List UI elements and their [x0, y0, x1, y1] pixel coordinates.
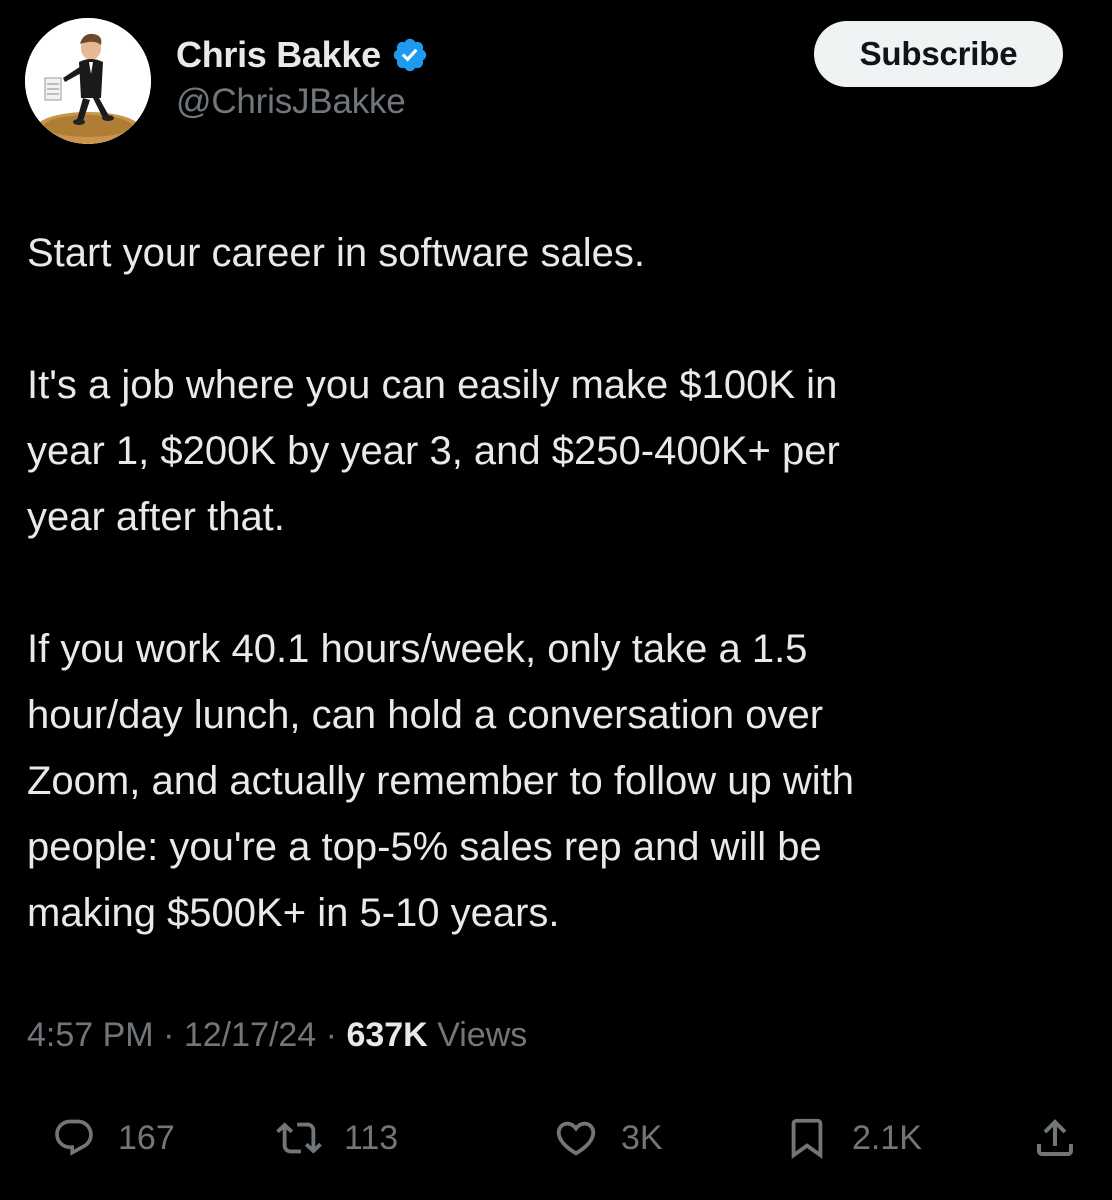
- tweet-paragraph: If you work 40.1 hours/week, only take a…: [27, 627, 855, 935]
- name-row: Chris Bakke: [176, 30, 429, 80]
- repost-icon: [276, 1122, 322, 1154]
- tweet-time[interactable]: 4:57 PM: [27, 1016, 154, 1054]
- reply-count: 167: [118, 1118, 175, 1157]
- bookmark-icon: [791, 1118, 823, 1159]
- tweet-text: Start your career in software sales. It'…: [27, 220, 1087, 946]
- views-count: 637K: [346, 1016, 428, 1054]
- meta-separator: ·: [163, 1016, 175, 1054]
- tweet-date[interactable]: 12/17/24: [184, 1016, 316, 1054]
- views-label: Views: [437, 1016, 528, 1054]
- verified-badge-icon[interactable]: [391, 36, 429, 74]
- subscribe-button[interactable]: Subscribe: [814, 21, 1063, 87]
- avatar[interactable]: [25, 18, 151, 144]
- like-count: 3K: [621, 1118, 663, 1157]
- bitmoji-avatar-icon: [25, 18, 151, 144]
- heart-icon: [556, 1121, 596, 1156]
- share-button[interactable]: [1031, 1112, 1079, 1164]
- tweet-meta: 4:57 PM · 12/17/24 · 637K Views: [27, 1016, 527, 1055]
- author-block: Chris Bakke @ChrisJBakke: [176, 30, 429, 122]
- display-name[interactable]: Chris Bakke: [176, 34, 381, 76]
- tweet-paragraph: Start your career in software sales.: [27, 231, 646, 275]
- repost-button[interactable]: 113: [276, 1112, 398, 1164]
- bookmark-count: 2.1K: [852, 1118, 922, 1157]
- tweet-paragraph: It's a job where you can easily make $10…: [27, 363, 840, 539]
- reply-icon: [55, 1119, 93, 1156]
- share-icon: [1037, 1119, 1073, 1156]
- reply-button[interactable]: 167: [52, 1112, 175, 1164]
- repost-count: 113: [344, 1118, 399, 1157]
- author-handle[interactable]: @ChrisJBakke: [176, 82, 429, 122]
- like-button[interactable]: 3K: [553, 1112, 663, 1164]
- bookmark-button[interactable]: 2.1K: [784, 1112, 922, 1164]
- meta-separator: ·: [325, 1016, 337, 1054]
